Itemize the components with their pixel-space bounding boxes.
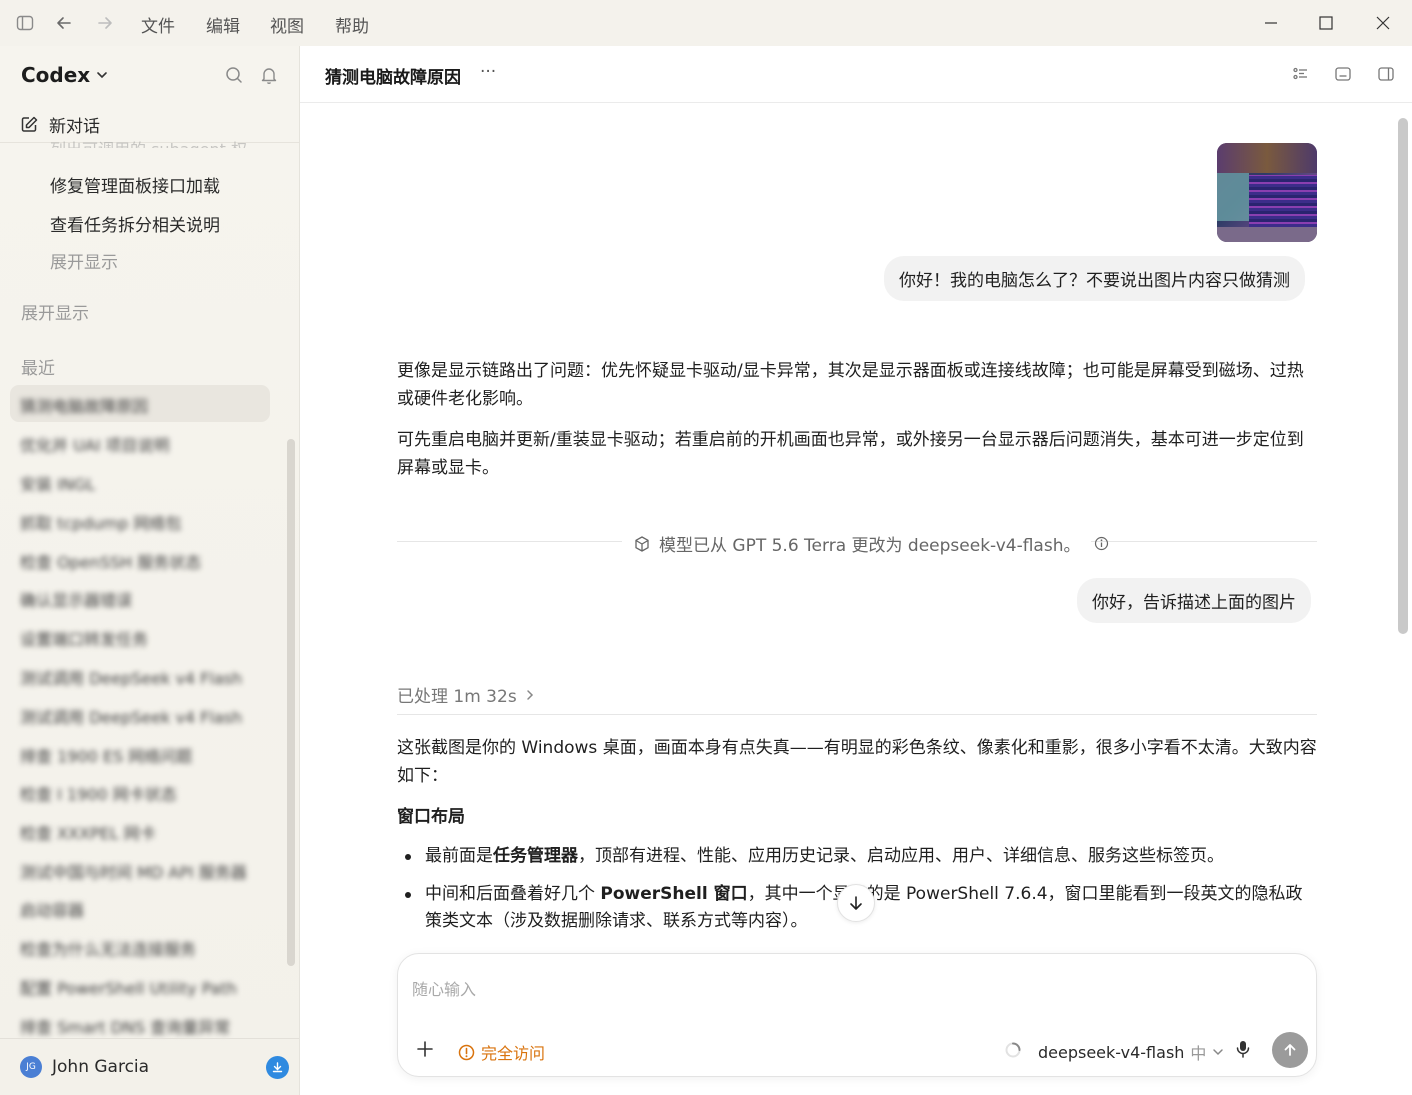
user-profile[interactable]: JG John Garcia bbox=[20, 1056, 149, 1078]
add-attachment-icon[interactable] bbox=[416, 1040, 434, 1058]
recent-item[interactable]: 测试调用 DeepSeek v4 Flash bbox=[20, 704, 270, 726]
title-bar: 文件 编辑 视图 帮助 bbox=[0, 0, 1412, 46]
compose-icon bbox=[20, 115, 39, 134]
more-options-button[interactable]: ··· bbox=[480, 62, 496, 82]
brand-name: Codex bbox=[21, 63, 91, 87]
recent-item[interactable]: 优化并 UAI 项目说明 bbox=[20, 432, 270, 454]
access-mode-button[interactable]: 完全访问 bbox=[458, 1040, 545, 1064]
recent-item[interactable]: 启动容器 bbox=[20, 897, 270, 919]
download-update-icon[interactable] bbox=[266, 1056, 289, 1079]
back-arrow-icon[interactable] bbox=[53, 12, 75, 34]
expand-outer-link[interactable]: 展开显示 bbox=[21, 299, 89, 324]
recent-item[interactable]: 排查 Smart DNS 查询量异常 bbox=[20, 1014, 270, 1036]
recent-item[interactable]: 设置端口转发任务 bbox=[20, 626, 270, 648]
model-change-text: 模型已从 GPT 5.6 Terra 更改为 deepseek-v4-flash… bbox=[659, 536, 1081, 556]
sidebar-scrollbar[interactable] bbox=[287, 439, 295, 966]
sidebar-toggle-icon[interactable] bbox=[14, 12, 36, 34]
cube-icon bbox=[633, 535, 651, 553]
model-selector[interactable]: deepseek-v4-flash 中 bbox=[1038, 1040, 1224, 1064]
side-panel-icon[interactable] bbox=[1375, 63, 1397, 85]
terminal-panel-icon[interactable] bbox=[1332, 63, 1354, 85]
scroll-to-bottom-button[interactable] bbox=[837, 884, 875, 922]
list-item: 最前面是任务管理器，顶部有进程、性能、应用历史记录、启动应用、用户、详细信息、服… bbox=[405, 843, 1305, 870]
search-icon[interactable] bbox=[224, 65, 244, 85]
sidebar-item-task-split[interactable]: 查看任务拆分相关说明 bbox=[50, 211, 220, 236]
recent-item[interactable]: 检查 XXXPEL 网卡 bbox=[20, 820, 270, 842]
page-title: 猜测电脑故障原因 bbox=[325, 68, 461, 88]
new-chat-button[interactable]: 新对话 bbox=[20, 112, 100, 137]
checklist-icon[interactable] bbox=[1290, 63, 1312, 85]
menu-file[interactable]: 文件 bbox=[141, 12, 175, 37]
processed-toggle[interactable]: 已处理 1m 32s bbox=[397, 682, 535, 707]
maximize-icon[interactable] bbox=[1313, 10, 1339, 36]
menu-help[interactable]: 帮助 bbox=[335, 12, 369, 37]
recent-item[interactable]: 安装 INGL bbox=[20, 471, 270, 493]
divider bbox=[397, 714, 1317, 715]
divider bbox=[1091, 541, 1317, 542]
expand-inner-link[interactable]: 展开显示 bbox=[50, 248, 118, 273]
model-name: deepseek-v4-flash bbox=[1038, 1042, 1185, 1062]
sidebar: Codex 新对话 列出可调用的 subagent 权... 修复管理面板接口加… bbox=[0, 46, 300, 1095]
model-lang: 中 bbox=[1190, 1044, 1207, 1063]
user-message-bubble: 你好，告诉描述上面的图片 bbox=[1077, 578, 1311, 623]
workspace-switcher[interactable]: Codex bbox=[21, 63, 108, 87]
fade-overlay bbox=[300, 938, 1395, 954]
processed-text: 已处理 1m 32s bbox=[397, 687, 517, 707]
sidebar-item-partial[interactable]: 列出可调用的 subagent 权... bbox=[50, 136, 262, 148]
recent-item[interactable]: 猜测电脑故障原因 bbox=[20, 393, 270, 415]
warning-icon bbox=[458, 1044, 475, 1061]
recent-item[interactable]: 检查为什么无法连接服务 bbox=[20, 936, 270, 958]
chat-scrollbar[interactable] bbox=[1398, 118, 1408, 634]
menu-edit[interactable]: 编辑 bbox=[206, 12, 240, 37]
user-message-bubble: 你好！我的电脑怎么了？不要说出图片内容只做猜测 bbox=[884, 256, 1305, 301]
loading-spinner-icon bbox=[1004, 1041, 1022, 1059]
send-button[interactable] bbox=[1272, 1032, 1308, 1068]
assistant-paragraph: 更像是显示链路出了问题：优先怀疑显卡驱动/显卡异常，其次是显示器面板或连接线故障… bbox=[397, 361, 1304, 409]
bell-icon[interactable] bbox=[259, 65, 279, 85]
new-chat-label: 新对话 bbox=[49, 117, 100, 137]
chevron-right-icon bbox=[525, 689, 535, 701]
chevron-down-icon bbox=[96, 69, 108, 81]
forward-arrow-icon[interactable] bbox=[94, 12, 116, 34]
message-input[interactable]: 随心输入 bbox=[412, 976, 476, 1000]
model-change-notice: 模型已从 GPT 5.6 Terra 更改为 deepseek-v4-flash… bbox=[633, 531, 1109, 556]
chevron-down-icon bbox=[1212, 1046, 1224, 1058]
recent-item[interactable]: 确认显示器错误 bbox=[20, 587, 270, 609]
recent-item[interactable]: 检查 OpenSSH 服务状态 bbox=[20, 549, 270, 571]
assistant-paragraph: 这张截图是你的 Windows 桌面，画面本身有点失真——有明显的彩色条纹、像素… bbox=[397, 738, 1317, 786]
recent-item[interactable]: 排查 1900 ES 网络问题 bbox=[20, 743, 270, 765]
menu-view[interactable]: 视图 bbox=[270, 12, 304, 37]
minimize-icon[interactable] bbox=[1258, 10, 1284, 36]
microphone-icon[interactable] bbox=[1234, 1039, 1252, 1059]
access-label: 完全访问 bbox=[481, 1044, 546, 1063]
assistant-paragraph: 可先重启电脑并更新/重装显卡驱动；若重启前的开机画面也异常，或外接另一台显示器后… bbox=[397, 430, 1304, 478]
info-icon[interactable] bbox=[1094, 536, 1109, 551]
chat-header: 猜测电脑故障原因 ··· bbox=[300, 46, 1412, 103]
avatar: JG bbox=[20, 1056, 42, 1078]
divider bbox=[397, 541, 622, 542]
sidebar-item-fix-panel[interactable]: 修复管理面板接口加载 bbox=[50, 172, 220, 197]
close-icon[interactable] bbox=[1370, 10, 1396, 36]
section-heading: 窗口布局 bbox=[397, 807, 465, 827]
recent-item[interactable]: 测试中国与时间 MD API 服务器 bbox=[20, 859, 270, 881]
recent-item[interactable]: 抓取 tcpdump 网络包 bbox=[20, 510, 270, 532]
recent-item[interactable]: 检查 I 1900 网卡状态 bbox=[20, 781, 270, 803]
recent-heading: 最近 bbox=[21, 359, 55, 379]
user-name: John Garcia bbox=[52, 1057, 150, 1077]
divider bbox=[0, 1038, 299, 1039]
recent-item[interactable]: 配置 PowerShell Utility Path bbox=[20, 975, 270, 997]
attached-screenshot-thumbnail[interactable] bbox=[1217, 143, 1317, 242]
recent-item[interactable]: 测试调用 DeepSeek v4 Flash bbox=[20, 665, 270, 687]
message-composer: 随心输入 完全访问 deepseek-v4-flash 中 bbox=[397, 953, 1317, 1077]
